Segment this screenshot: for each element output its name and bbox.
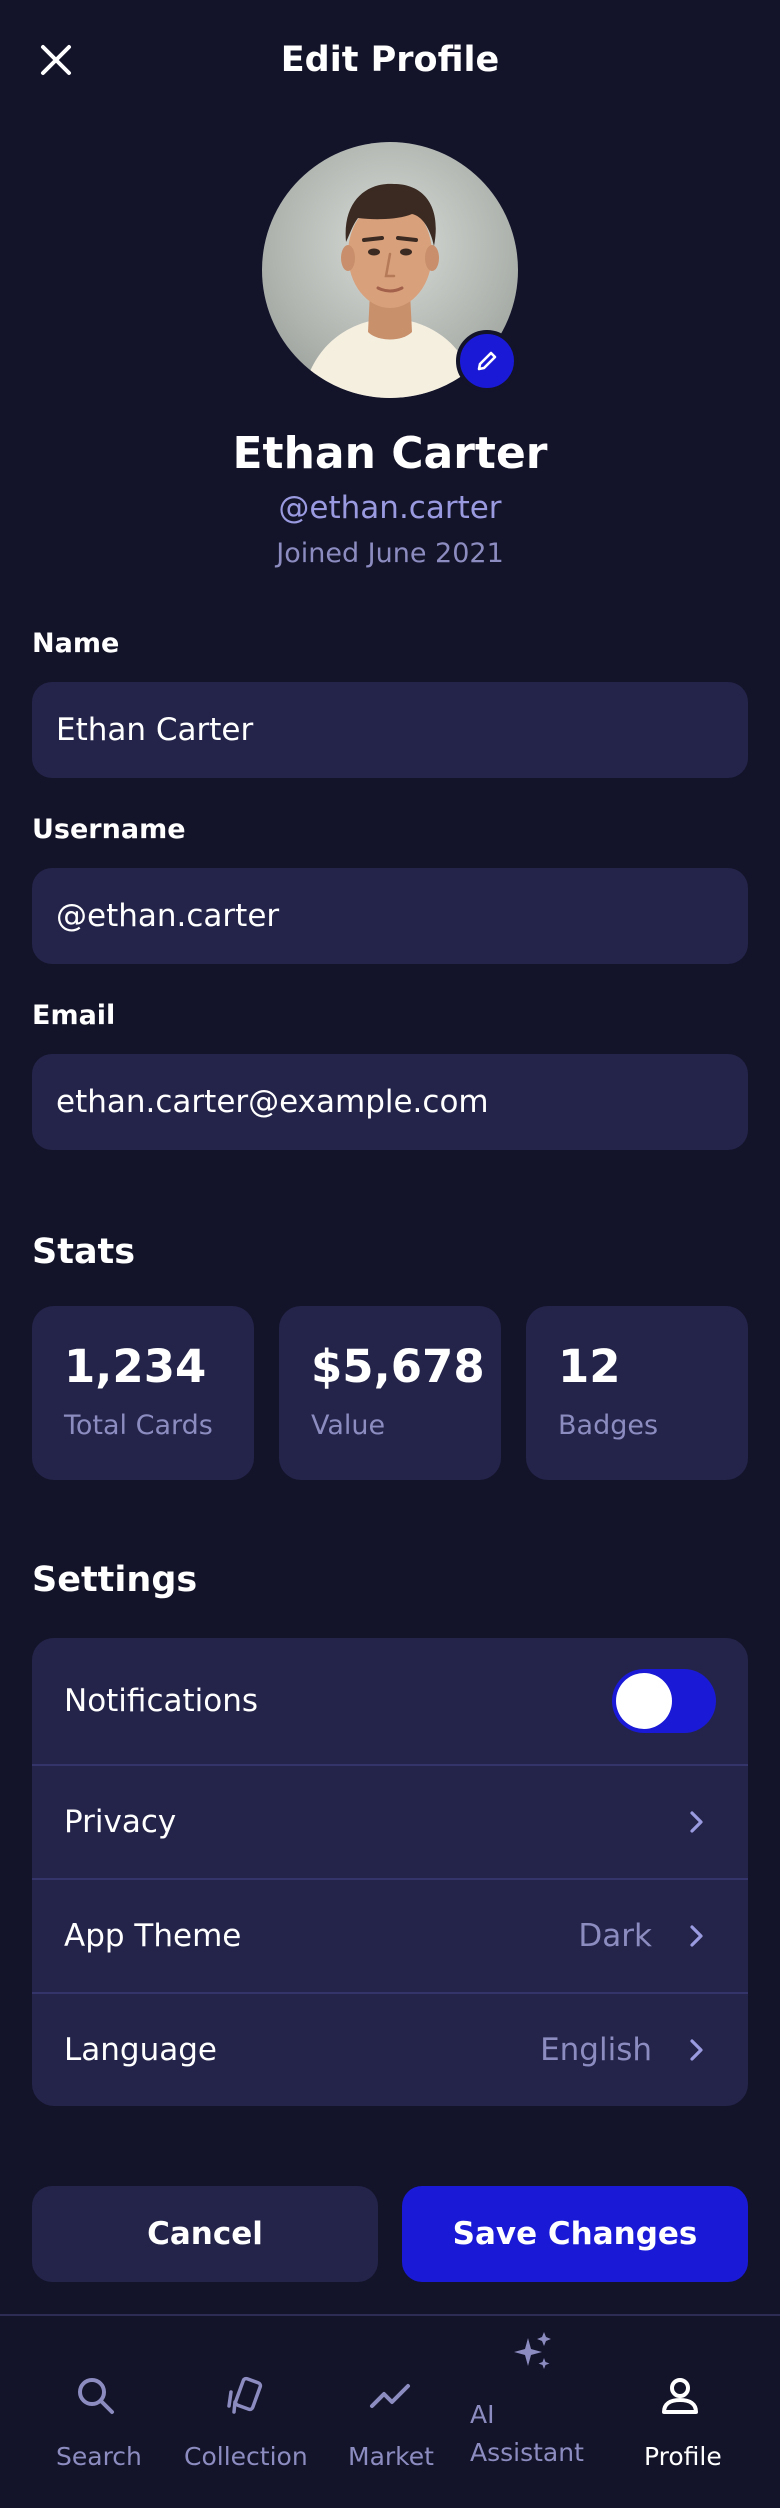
pencil-icon — [477, 351, 497, 371]
nav-item-ai-assistant[interactable]: AI Assistant — [466, 2316, 596, 2508]
stat-value: $5,678 — [311, 1340, 485, 1393]
stat-label: Value — [311, 1410, 386, 1441]
nav-item-search[interactable]: Search — [40, 2316, 152, 2508]
stat-label: Total Cards — [64, 1410, 213, 1441]
nav-label: AI Assistant — [470, 2400, 584, 2467]
username-field[interactable] — [32, 868, 748, 964]
nav-item-collection[interactable]: Collection — [180, 2316, 310, 2508]
name-label: Name — [32, 628, 120, 659]
chevron-right-icon — [690, 1811, 703, 1833]
header: Edit Profile — [0, 0, 780, 124]
settings-item-privacy[interactable]: Privacy — [32, 1764, 748, 1878]
settings-item-label: Language — [64, 2032, 217, 2068]
nav-item-market[interactable]: Market — [340, 2316, 440, 2508]
profile-joined-date: Joined June 2021 — [276, 538, 504, 569]
person-icon — [662, 2378, 698, 2414]
edit-avatar-button[interactable] — [456, 330, 518, 392]
toggle-knob — [616, 1673, 672, 1729]
email-label: Email — [32, 1000, 116, 1031]
notifications-toggle[interactable] — [612, 1669, 716, 1733]
profile-handle: @ethan.carter — [278, 490, 502, 526]
nav-item-profile[interactable]: Profile — [630, 2316, 730, 2508]
stats-title: Stats — [32, 1232, 136, 1272]
settings-item-label: Privacy — [64, 1804, 177, 1840]
stat-card-badges: 12 Badges — [526, 1306, 748, 1480]
chevron-right-icon — [690, 2039, 703, 2061]
stat-card-value: $5,678 Value — [279, 1306, 501, 1480]
stat-label: Badges — [558, 1410, 659, 1441]
search-icon — [78, 2378, 114, 2414]
settings-title: Settings — [32, 1560, 198, 1600]
save-changes-button[interactable]: Save Changes — [402, 2186, 748, 2282]
sparkles-icon — [514, 2332, 551, 2369]
nav-label: Market — [348, 2442, 434, 2471]
stat-card-total-cards: 1,234 Total Cards — [32, 1306, 254, 1480]
page-title: Edit Profile — [280, 40, 500, 80]
avatar-container — [262, 142, 518, 398]
username-label: Username — [32, 814, 186, 845]
cards-icon — [227, 2376, 263, 2414]
nav-label: Collection — [184, 2442, 308, 2471]
nav-label: Profile — [644, 2442, 722, 2471]
settings-item-app-theme[interactable]: App Theme Dark — [32, 1878, 748, 1992]
email-field[interactable] — [32, 1054, 748, 1150]
chevron-right-icon — [690, 1925, 703, 1947]
settings-item-value: English — [540, 2032, 652, 2068]
settings-list: Notifications Privacy App Theme Dark Lan… — [32, 1638, 748, 2106]
settings-item-value: Dark — [578, 1918, 652, 1954]
profile-name: Ethan Carter — [232, 428, 548, 479]
nav-label: Search — [56, 2442, 142, 2471]
settings-item-label: App Theme — [64, 1918, 242, 1954]
bottom-nav: Search Collection Market AI Assistant Pr… — [0, 2314, 780, 2508]
stat-value: 12 — [558, 1340, 621, 1393]
settings-item-label: Notifications — [64, 1683, 259, 1719]
cancel-button[interactable]: Cancel — [32, 2186, 378, 2282]
settings-item-language[interactable]: Language English — [32, 1992, 748, 2106]
name-field[interactable] — [32, 682, 748, 778]
settings-item-notifications: Notifications — [32, 1638, 748, 1764]
trending-chart-icon — [370, 2384, 410, 2408]
stat-value: 1,234 — [64, 1340, 207, 1393]
